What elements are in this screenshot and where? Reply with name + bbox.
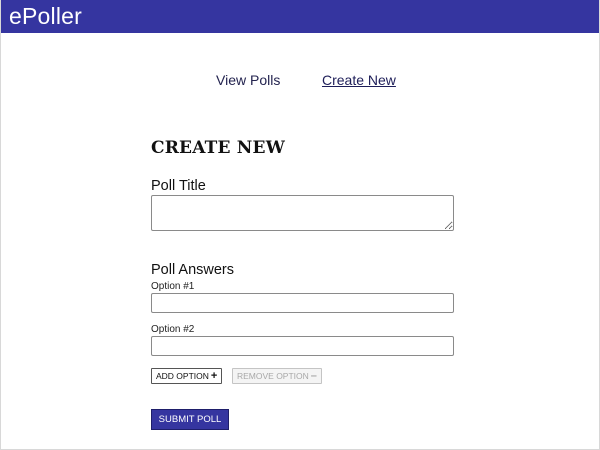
- top-header-bar: ePoller: [1, 0, 599, 33]
- option-1-label: Option #1: [151, 281, 195, 292]
- option-2-input[interactable]: [151, 336, 454, 356]
- add-option-label: ADD OPTION: [156, 371, 209, 381]
- brand-logo[interactable]: ePoller: [9, 2, 82, 30]
- submit-poll-button[interactable]: SUBMIT POLL: [151, 409, 229, 430]
- poll-title-textarea[interactable]: [151, 195, 454, 231]
- poll-answers-label: Poll Answers: [151, 262, 235, 278]
- add-option-button[interactable]: ADD OPTION +: [151, 368, 223, 384]
- option-2-label: Option #2: [151, 324, 195, 335]
- nav-create-new-link[interactable]: Create New: [322, 72, 396, 88]
- option-1-input[interactable]: [151, 293, 454, 313]
- app-window: ePoller View Polls Create New CREATE NEW…: [0, 0, 600, 450]
- nav-view-polls-link[interactable]: View Polls: [216, 72, 280, 88]
- plus-icon: +: [210, 370, 218, 382]
- page-title: CREATE NEW: [151, 138, 285, 158]
- minus-icon: –: [310, 370, 317, 382]
- poll-title-label: Poll Title: [151, 178, 206, 194]
- remove-option-label: REMOVE OPTION: [237, 371, 309, 381]
- remove-option-button[interactable]: REMOVE OPTION –: [232, 368, 322, 384]
